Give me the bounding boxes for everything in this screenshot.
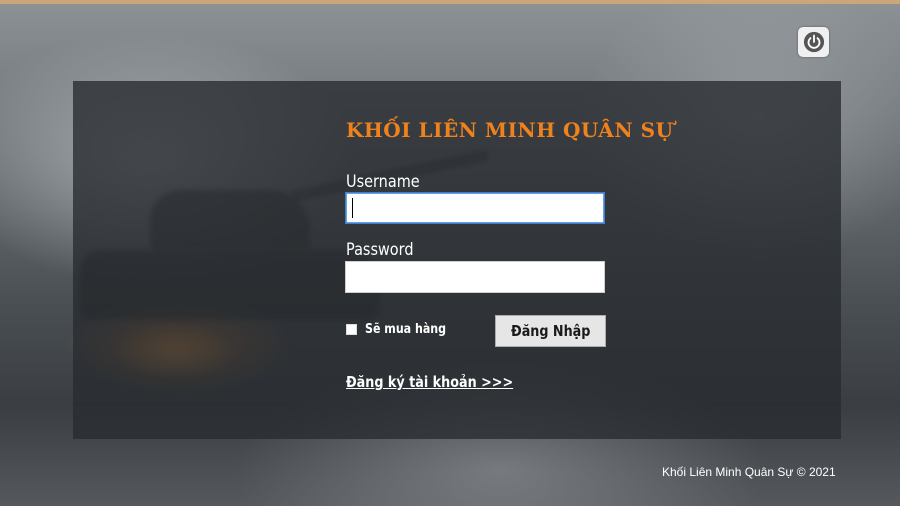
- app-title: KHỐI LIÊN MINH QUÂN SỰ: [346, 118, 674, 142]
- power-icon: [803, 31, 824, 53]
- register-link[interactable]: Đăng ký tài khoản >>>: [346, 373, 513, 391]
- username-label: Username: [346, 172, 420, 192]
- remember-label: Sẽ mua hàng: [365, 322, 447, 337]
- password-label: Password: [346, 240, 414, 260]
- text-cursor: [352, 198, 353, 218]
- copyright-footer: Khối Liên Minh Quân Sự © 2021: [662, 465, 836, 479]
- remember-checkbox[interactable]: [346, 324, 357, 335]
- window-top-border: [0, 0, 900, 4]
- login-panel: KHỐI LIÊN MINH QUÂN SỰ Username Password…: [73, 81, 841, 439]
- remember-option[interactable]: Sẽ mua hàng: [346, 322, 460, 337]
- login-button[interactable]: Đăng Nhập: [495, 315, 606, 347]
- password-input[interactable]: [345, 261, 605, 293]
- login-window: KHỐI LIÊN MINH QUÂN SỰ Username Password…: [0, 0, 900, 506]
- login-button-label: Đăng Nhập: [510, 322, 591, 340]
- power-button[interactable]: [798, 27, 829, 57]
- username-input[interactable]: [345, 192, 605, 224]
